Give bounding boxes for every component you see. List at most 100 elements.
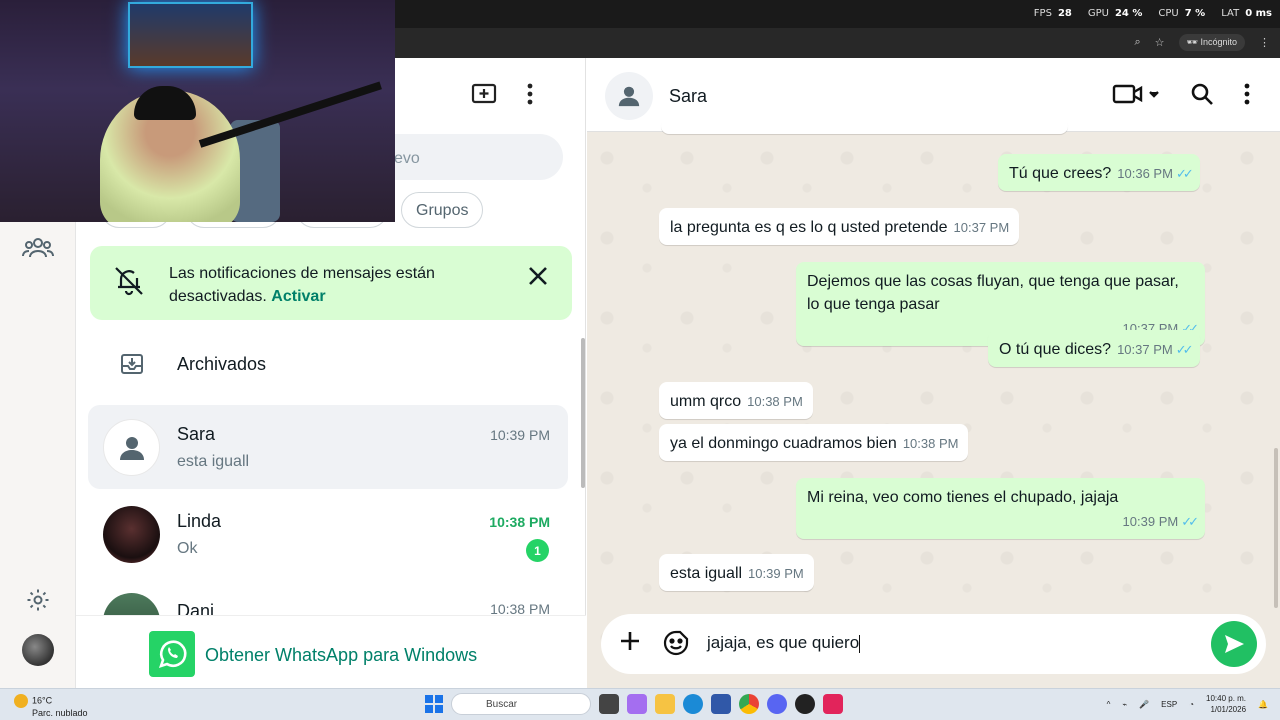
- conversation-panel: Sara Tú que crees? 10:36 PM ✓✓ la pregunta…: [587, 58, 1280, 688]
- obs-icon[interactable]: [795, 694, 815, 714]
- new-chat-icon[interactable]: [471, 82, 497, 111]
- default-avatar-icon[interactable]: [605, 72, 653, 120]
- element-8: [435, 705, 443, 713]
- element-1: Las notificaciones de mensajes están des…: [169, 262, 499, 308]
- bookmark-star-icon[interactable]: ☆: [1155, 36, 1165, 49]
- conversation-scrollbar[interactable]: [1274, 448, 1278, 608]
- message-time: 10:36 PM: [1117, 166, 1173, 181]
- notifications-bell-icon[interactable]: 🔔: [1258, 700, 1268, 709]
- copilot-icon[interactable]: [627, 694, 647, 714]
- webcam-overlay: [0, 0, 395, 222]
- element-6: [435, 695, 443, 703]
- default-avatar-icon: [103, 419, 160, 476]
- whatsapp-logo-icon: [149, 631, 195, 677]
- menu-icon[interactable]: [1244, 82, 1250, 111]
- message-time: 10:39 PM: [1122, 514, 1179, 529]
- chat-list-scrollbar[interactable]: [581, 338, 585, 488]
- lat-label: LAT: [1221, 8, 1240, 19]
- windows-taskbar: 16°C Parc. nublado Buscar ^ ⌁ 🎤 ESP ◔ 10…: [0, 688, 1280, 720]
- archived-row[interactable]: Archivados: [76, 330, 586, 396]
- filter-chip-groups[interactable]: Grupos: [401, 192, 484, 228]
- clock-date: 1/01/2026: [1210, 705, 1247, 714]
- incognito-label: Incógnito: [1200, 37, 1237, 47]
- sticker-icon[interactable]: [663, 630, 689, 661]
- chat-item[interactable]: Dani 10:38 PM: [88, 579, 568, 615]
- double-check-icon: ✓✓: [1181, 514, 1199, 529]
- text-caret: [859, 634, 861, 653]
- element-3: 10:39 PM ✓✓: [807, 510, 1199, 533]
- message-composer[interactable]: jajaja, es que quiero: [601, 614, 1266, 674]
- send-icon: [1225, 635, 1244, 653]
- chat-time: 10:39 PM: [490, 427, 550, 443]
- tiktok-icon[interactable]: [823, 694, 843, 714]
- wifi-icon[interactable]: ◔: [1189, 700, 1194, 709]
- browser-menu-icon[interactable]: ⋮: [1259, 36, 1270, 49]
- settings-gear-icon[interactable]: [20, 582, 56, 618]
- weather-temp: 16°C: [32, 695, 53, 706]
- microphone-icon[interactable]: 🎤: [1139, 700, 1149, 709]
- chrome-icon[interactable]: [739, 694, 759, 714]
- edge-icon[interactable]: [683, 694, 703, 714]
- send-button[interactable]: [1211, 621, 1257, 667]
- message-bubble-partial: [661, 118, 1068, 134]
- gpu-value: 24 %: [1114, 8, 1143, 19]
- element-7: [425, 705, 433, 713]
- task-view-icon[interactable]: [599, 694, 619, 714]
- tray-chevron-icon[interactable]: ^: [1107, 700, 1111, 709]
- archive-icon: [120, 352, 144, 381]
- activate-link[interactable]: Activar: [271, 288, 325, 305]
- video-call-icon[interactable]: [1112, 82, 1160, 111]
- attach-plus-icon[interactable]: [619, 630, 641, 657]
- message-time: 10:37 PM: [953, 220, 1010, 235]
- message-text: la pregunta es q es lo q usted pretende: [670, 219, 948, 236]
- profile-avatar[interactable]: [22, 634, 54, 666]
- chat-item[interactable]: Sara esta iguall 10:39 PM: [88, 405, 568, 489]
- archived-label: Archivados: [177, 354, 267, 374]
- download-promo[interactable]: Obtener WhatsApp para Windows: [76, 615, 586, 688]
- double-check-icon: ✓✓: [1175, 342, 1194, 357]
- discord-icon[interactable]: [767, 694, 787, 714]
- message-in[interactable]: la pregunta es q es lo q usted pretende 1…: [659, 208, 1020, 245]
- message-input[interactable]: jajaja, es que quiero: [707, 633, 861, 653]
- message-out[interactable]: O tú que dices? 10:37 PM ✓✓: [988, 330, 1200, 367]
- cpu-value: 7 %: [1184, 8, 1206, 19]
- element-9: Buscar: [486, 699, 518, 710]
- filter-chip-groups-label: Grupos: [416, 202, 469, 219]
- clock[interactable]: 10:40 p. m. 1/01/2026: [1206, 693, 1246, 715]
- search-icon[interactable]: [1190, 82, 1214, 111]
- webcam-tv: [128, 2, 253, 68]
- message-in[interactable]: esta iguall 10:39 PM: [659, 554, 814, 591]
- chat-time: 10:38 PM: [489, 514, 550, 530]
- element-4: jajaja, es que quiero: [707, 633, 860, 652]
- chat-name: Sara: [177, 424, 216, 444]
- windows-start-icon[interactable]: [425, 695, 443, 713]
- chat-time: 10:38 PM: [490, 601, 550, 615]
- chat-item[interactable]: Linda Ok 10:38 PM 1: [88, 492, 568, 576]
- zoom-icon[interactable]: ⌕: [1134, 36, 1140, 49]
- weather-widget[interactable]: 16°C Parc. nublado: [14, 694, 88, 719]
- message-text: ya el donmingo cuadramos bien: [670, 435, 897, 452]
- message-in[interactable]: ya el donmingo cuadramos bien 10:38 PM: [659, 424, 969, 461]
- menu-icon[interactable]: [527, 82, 533, 111]
- element-5: [425, 695, 433, 703]
- contact-name[interactable]: Sara: [669, 86, 707, 107]
- message-in[interactable]: umm qrco 10:38 PM: [659, 382, 813, 419]
- incognito-badge[interactable]: 🕶 Incógnito: [1178, 34, 1245, 51]
- taskbar-search[interactable]: Buscar: [451, 693, 591, 715]
- chat-last-message: Ok: [177, 540, 198, 557]
- avatar: [103, 593, 160, 615]
- file-explorer-icon[interactable]: [655, 694, 675, 714]
- network-icon[interactable]: ⌁: [1122, 700, 1127, 709]
- message-time: 10:38 PM: [902, 436, 959, 451]
- chat-name: Linda: [177, 511, 222, 531]
- promo-text: Obtener WhatsApp para Windows: [205, 645, 478, 665]
- store-icon[interactable]: [711, 694, 731, 714]
- message-out[interactable]: Mi reina, veo como tienes el chupado, ja…: [796, 478, 1205, 539]
- language-indicator[interactable]: ESP: [1161, 700, 1177, 709]
- message-time: 10:38 PM: [747, 394, 803, 409]
- message-out[interactable]: Tú que crees? 10:36 PM ✓✓: [998, 154, 1200, 191]
- double-check-icon: ✓✓: [1175, 166, 1194, 181]
- close-icon[interactable]: [528, 266, 548, 291]
- gpu-label: GPU: [1087, 8, 1109, 19]
- communities-icon[interactable]: [20, 230, 56, 266]
